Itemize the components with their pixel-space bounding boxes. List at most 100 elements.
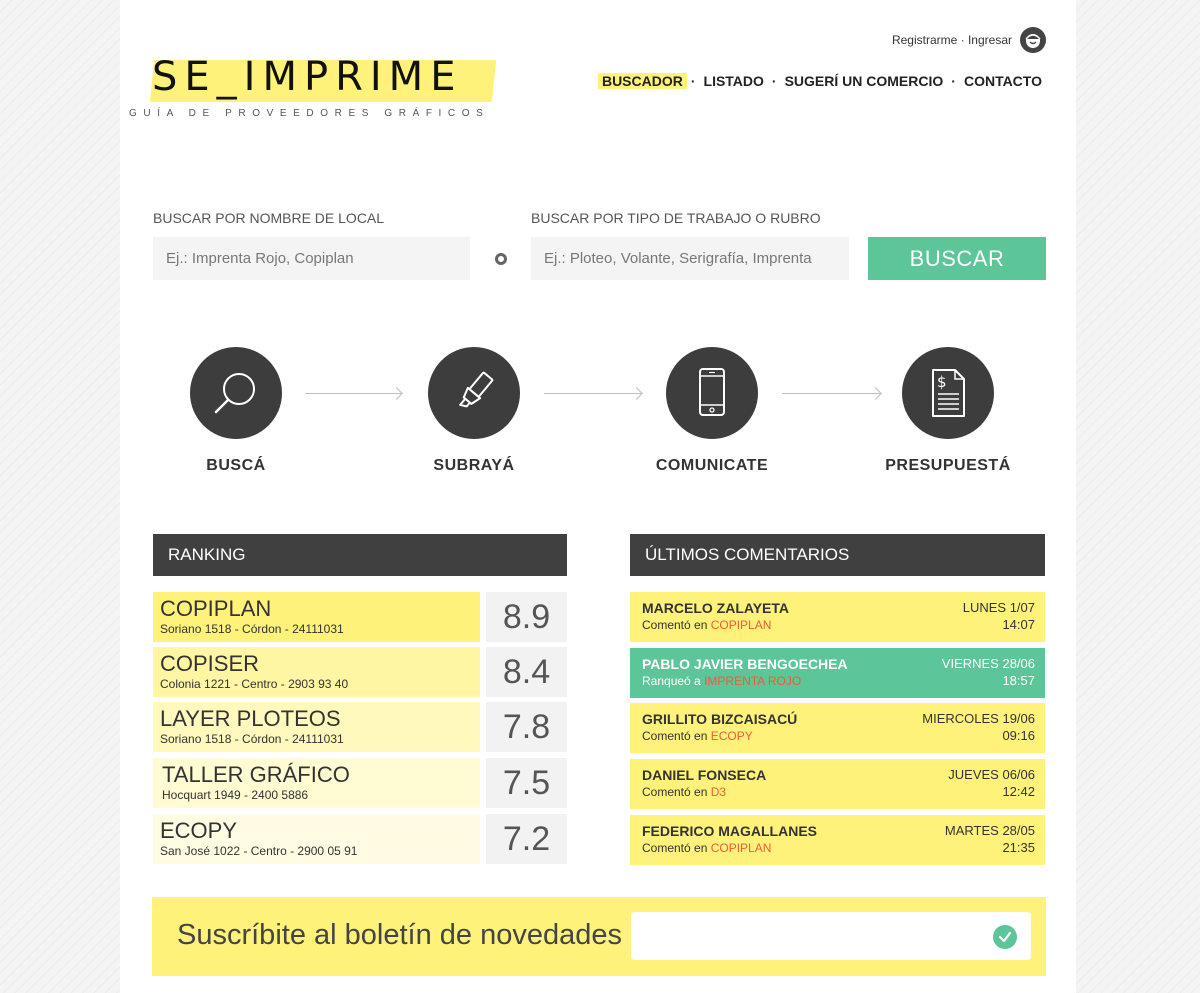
newsletter-email-input[interactable] bbox=[631, 912, 1031, 960]
step-label: BUSCÁ bbox=[206, 457, 266, 474]
comment-target-link[interactable]: COPIPLAN bbox=[711, 841, 772, 855]
step-presupuesta: $ PRESUPUESTÁ bbox=[868, 347, 1028, 475]
ranking-item-address: Soriano 1518 - Córdon - 24111031 bbox=[160, 622, 344, 636]
comment-day: LUNES 1/07 bbox=[962, 600, 1035, 615]
nav-item-buscador[interactable]: BUSCADOR bbox=[597, 73, 687, 89]
comment-time: 18:57 bbox=[1002, 673, 1035, 688]
comment-day: MARTES 28/05 bbox=[944, 823, 1035, 838]
comment-row[interactable]: MARCELO ZALAYETA Comentó en COPIPLAN LUNES… bbox=[630, 592, 1045, 642]
auth-separator: · bbox=[957, 33, 968, 47]
comment-target-link[interactable]: COPIPLAN bbox=[711, 618, 772, 632]
newsletter-section: Suscríbite al boletín de novedades bbox=[152, 897, 1046, 976]
step-label: COMUNICATE bbox=[655, 457, 769, 474]
ranking-item-score: 7.8 bbox=[486, 702, 567, 752]
check-icon[interactable] bbox=[993, 925, 1017, 949]
ranking-row[interactable]: LAYER PLOTEOS Soriano 1518 - Córdon - 241… bbox=[153, 702, 567, 752]
comment-target-link[interactable]: IMPRENTA ROJO bbox=[704, 674, 801, 688]
comment-date: MIERCOLES 19/06 09:16 bbox=[922, 710, 1035, 744]
comment-target-link[interactable]: ECOPY bbox=[711, 729, 753, 743]
main-nav: BUSCADOR · LISTADO · SUGERÍ UN COMERCIO … bbox=[597, 73, 1046, 89]
register-link[interactable]: Registrarme bbox=[892, 33, 957, 47]
nav-item-sugeri-comercio[interactable]: SUGERÍ UN COMERCIO bbox=[781, 73, 948, 89]
comment-date: LUNES 1/07 14:07 bbox=[963, 599, 1035, 633]
logo-text: SE_IMPRIME bbox=[152, 54, 463, 100]
comment-date: JUEVES 06/06 12:42 bbox=[948, 766, 1035, 800]
invoice-icon: $ bbox=[902, 347, 994, 439]
phone-icon bbox=[666, 347, 758, 439]
step-busca: BUSCÁ bbox=[156, 347, 316, 475]
comment-date: VIERNES 28/06 18:57 bbox=[942, 655, 1035, 689]
comment-day: MIERCOLES 19/06 bbox=[922, 711, 1035, 726]
ranking-item-name: COPIPLAN bbox=[160, 596, 272, 621]
page: Registrarme · Ingresar SE_IMPRIME GUÍA D… bbox=[120, 0, 1076, 993]
comment-action-text: Comentó en bbox=[642, 841, 708, 855]
step-arrow bbox=[305, 393, 401, 394]
comment-date: MARTES 28/05 21:35 bbox=[945, 822, 1035, 856]
step-label: SUBRAYÁ bbox=[433, 457, 515, 474]
search-name-label: BUSCAR POR NOMBRE DE LOCAL bbox=[153, 210, 385, 226]
comment-action-text: Ranqueó a bbox=[642, 674, 701, 688]
ranking-item-address: Soriano 1518 - Córdon - 24111031 bbox=[160, 732, 344, 746]
search-type-label: BUSCAR POR TIPO DE TRABAJO O RUBRO bbox=[531, 210, 821, 226]
logo[interactable]: SE_IMPRIME bbox=[149, 52, 497, 102]
comment-day: VIERNES 28/06 bbox=[941, 656, 1035, 671]
ranking-item-score: 7.5 bbox=[486, 758, 567, 808]
comment-time: 14:07 bbox=[1002, 617, 1035, 632]
ranking-item-info: COPISER Colonia 1221 - Centro - 2903 93 4… bbox=[153, 647, 480, 697]
ranking-item-address: San José 1022 - Centro - 2900 05 91 bbox=[160, 844, 358, 858]
comment-row[interactable]: GRILLITO BIZCAISACÚ Comentó en ECOPY MIERC… bbox=[630, 703, 1045, 753]
step-arrow bbox=[782, 393, 880, 394]
nav-separator: · bbox=[771, 73, 777, 89]
ranking-row[interactable]: TALLER GRÁFICO Hocquart 1949 - 2400 5886 7… bbox=[153, 758, 567, 808]
comment-time: 12:42 bbox=[1002, 784, 1035, 799]
ranking-item-info: COPIPLAN Soriano 1518 - Córdon - 24111031 bbox=[153, 592, 480, 642]
comment-action-text: Comentó en bbox=[642, 785, 708, 799]
ranking-item-info: TALLER GRÁFICO Hocquart 1949 - 2400 5886 bbox=[153, 758, 480, 808]
highlighter-icon bbox=[428, 347, 520, 439]
ranking-item-info: LAYER PLOTEOS Soriano 1518 - Córdon - 241… bbox=[153, 702, 480, 752]
ranking-item-name: LAYER PLOTEOS bbox=[160, 706, 341, 731]
ranking-item-name: ECOPY bbox=[160, 818, 238, 843]
ranking-item-score: 8.4 bbox=[486, 647, 567, 697]
nav-separator: · bbox=[951, 73, 956, 89]
comment-target-link[interactable]: D3 bbox=[711, 785, 726, 799]
user-avatar-icon[interactable] bbox=[1020, 27, 1046, 53]
ranking-item-name: COPISER bbox=[160, 651, 260, 676]
ranking-item-address: Hocquart 1949 - 2400 5886 bbox=[162, 788, 309, 802]
comment-row[interactable]: PABLO JAVIER BENGOECHEA Ranqueó a IMPRENT… bbox=[630, 648, 1045, 698]
newsletter-title: Suscríbite al boletín de novedades bbox=[177, 919, 622, 951]
ranking-item-info: ECOPY San José 1022 - Centro - 2900 05 91 bbox=[153, 814, 480, 864]
ranking-item-score: 7.2 bbox=[486, 814, 567, 864]
ranking-item-name: TALLER GRÁFICO bbox=[162, 762, 350, 787]
comment-action-text: Comentó en bbox=[642, 729, 708, 743]
nav-separator: · bbox=[690, 73, 696, 89]
nav-item-listado[interactable]: LISTADO bbox=[700, 73, 768, 89]
search-type-input[interactable] bbox=[531, 237, 849, 280]
comment-row[interactable]: FEDERICO MAGALLANES Comentó en COPIPLAN MA… bbox=[630, 815, 1045, 865]
auth-links: Registrarme · Ingresar bbox=[892, 27, 1046, 53]
step-subraya: SUBRAYÁ bbox=[394, 347, 554, 475]
logo-tagline: GUÍA DE PROVEEDORES GRÁFICOS bbox=[129, 108, 490, 119]
comment-action-text: Comentó en bbox=[642, 618, 708, 632]
comment-time: 21:35 bbox=[1002, 840, 1035, 855]
search-icon bbox=[190, 347, 282, 439]
comment-time: 09:16 bbox=[1002, 728, 1035, 743]
step-comunicate: COMUNICATE bbox=[632, 347, 792, 475]
ranking-row[interactable]: COPISER Colonia 1221 - Centro - 2903 93 4… bbox=[153, 647, 567, 697]
nav-item-contacto[interactable]: CONTACTO bbox=[960, 73, 1046, 89]
ranking-row[interactable]: ECOPY San José 1022 - Centro - 2900 05 91… bbox=[153, 814, 567, 864]
ranking-header: RANKING bbox=[153, 534, 567, 576]
comments-header: ÚLTIMOS COMENTARIOS bbox=[630, 534, 1045, 576]
or-separator-icon bbox=[495, 253, 507, 265]
step-arrow bbox=[544, 393, 641, 394]
comment-row[interactable]: DANIEL FONSECA Comentó en D3 JUEVES 06/06 1… bbox=[630, 759, 1045, 809]
login-link[interactable]: Ingresar bbox=[968, 33, 1012, 47]
ranking-item-score: 8.9 bbox=[486, 592, 567, 642]
ranking-item-address: Colonia 1221 - Centro - 2903 93 40 bbox=[160, 677, 349, 691]
ranking-row[interactable]: COPIPLAN Soriano 1518 - Córdon - 24111031… bbox=[153, 592, 567, 642]
comment-day: JUEVES 06/06 bbox=[948, 767, 1035, 782]
search-button[interactable]: BUSCAR bbox=[868, 237, 1046, 280]
search-name-input[interactable] bbox=[153, 237, 470, 280]
step-label: PRESUPUESTÁ bbox=[885, 457, 1011, 474]
svg-text:$: $ bbox=[937, 373, 947, 391]
